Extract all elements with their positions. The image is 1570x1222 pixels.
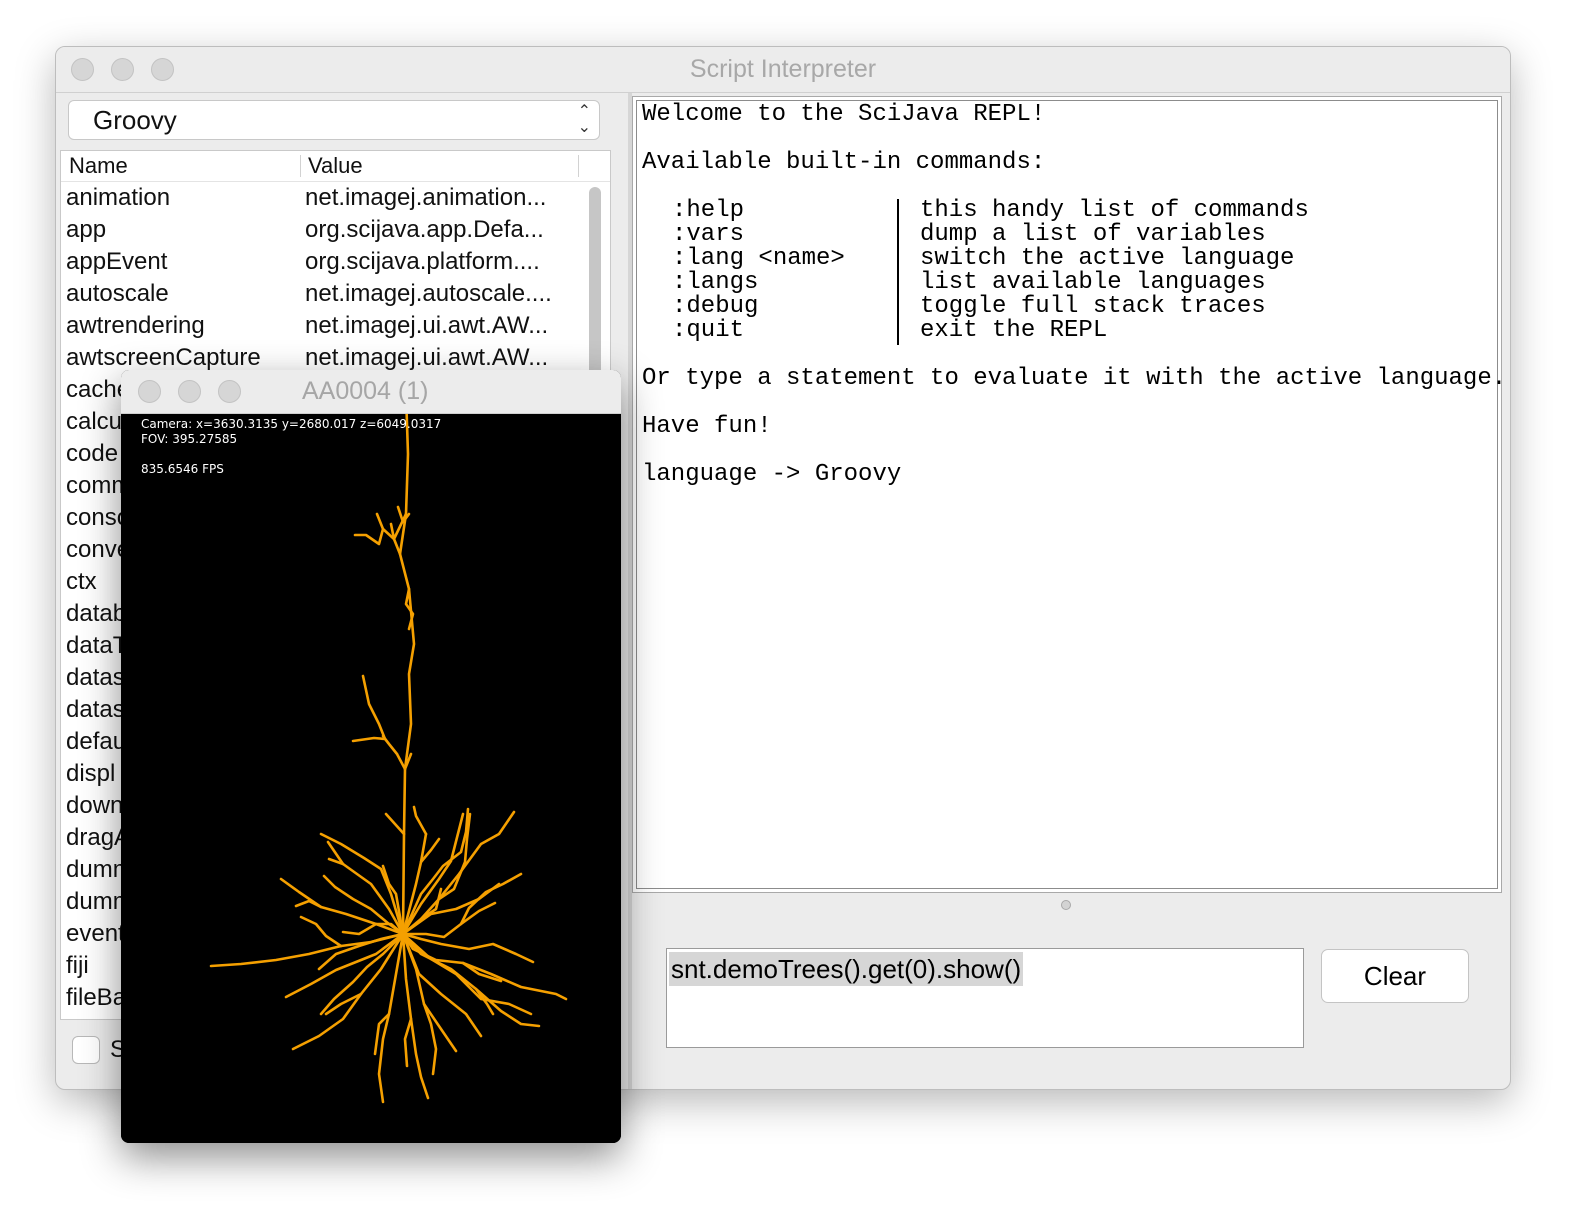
repl-input[interactable]: snt.demoTrees().get(0).show() xyxy=(666,948,1304,1048)
scrollbar-thumb[interactable] xyxy=(589,187,601,377)
close-window-icon[interactable] xyxy=(138,380,161,403)
main-titlebar[interactable]: Script Interpreter xyxy=(56,47,1510,93)
variable-value: org.scijava.app.Defa... xyxy=(305,216,544,243)
show-checkbox[interactable] xyxy=(72,1036,100,1064)
variable-name: dataT xyxy=(66,632,128,659)
repl-output[interactable]: Welcome to the SciJava REPL! Available b… xyxy=(632,96,1506,893)
fps-readout: 835.6546 FPS xyxy=(141,462,224,476)
variable-name: fiji xyxy=(66,952,89,979)
language-line: language -> Groovy xyxy=(642,461,902,488)
variable-name: defau xyxy=(66,728,127,755)
variable-name: animation xyxy=(66,184,171,211)
command-name: :langs xyxy=(672,269,759,296)
fov-readout: FOV: 395.27585 xyxy=(141,432,238,446)
command-description: this handy list of commands xyxy=(920,197,1309,224)
column-divider[interactable] xyxy=(300,155,301,177)
repl-output-frame: Welcome to the SciJava REPL! Available b… xyxy=(636,100,1506,889)
variable-name: datas xyxy=(66,696,125,723)
command-separator xyxy=(897,199,899,345)
viewer-titlebar[interactable]: AA0004 (1) xyxy=(121,370,621,414)
command-description: toggle full stack traces xyxy=(920,293,1266,320)
variable-value: net.imagej.ui.awt.AW... xyxy=(305,312,549,339)
viewer-window: AA0004 (1) Camera: x=3630.3135 y=2680.01… xyxy=(121,370,621,1143)
variable-name: app xyxy=(66,216,107,243)
have-fun-line: Have fun! xyxy=(642,413,772,440)
variable-name: code xyxy=(66,440,119,467)
canvas-background xyxy=(121,414,621,1143)
table-row[interactable]: app org.scijava.app.Defa... xyxy=(61,214,610,246)
variable-name: displ xyxy=(66,760,116,787)
variable-value: org.scijava.platform.... xyxy=(305,248,540,275)
command-name: :quit xyxy=(672,317,745,344)
variable-name: fileBa xyxy=(66,984,127,1011)
command-name: :vars xyxy=(672,221,745,248)
split-grip-icon[interactable] xyxy=(1061,900,1071,910)
variable-name: appEvent xyxy=(66,248,168,275)
language-select-value: Groovy xyxy=(93,105,177,135)
repl-input-text: snt.demoTrees().get(0).show() xyxy=(669,952,1024,986)
variable-name: event xyxy=(66,920,125,947)
variable-name: datas xyxy=(66,664,125,691)
language-select[interactable]: Groovy ⌃ ⌄ xyxy=(68,100,600,140)
table-row[interactable]: appEvent org.scijava.platform.... xyxy=(61,246,610,278)
table-header: Name Value xyxy=(61,151,610,182)
column-divider[interactable] xyxy=(578,155,579,177)
variable-value: net.imagej.autoscale.... xyxy=(305,280,552,307)
variable-name: calcu xyxy=(66,408,123,435)
variable-name: ctx xyxy=(66,568,97,595)
column-header-value[interactable]: Value xyxy=(308,151,363,181)
horizontal-split-handle[interactable] xyxy=(632,895,1502,913)
table-row[interactable]: animation net.imagej.animation... xyxy=(61,182,610,214)
statement-hint: Or type a statement to evaluate it with … xyxy=(642,365,1507,392)
table-row[interactable]: autoscale net.imagej.autoscale.... xyxy=(61,278,610,310)
variable-name: datab xyxy=(66,600,127,627)
clear-button[interactable]: Clear xyxy=(1321,949,1469,1003)
table-row[interactable]: awtrendering net.imagej.ui.awt.AW... xyxy=(61,310,610,342)
command-description: list available languages xyxy=(920,269,1266,296)
camera-readout: Camera: x=3630.3135 y=2680.017 z=6049.03… xyxy=(141,417,442,431)
zoom-window-icon[interactable] xyxy=(218,380,241,403)
updown-chevron-icon: ⌃ ⌄ xyxy=(577,103,591,136)
variable-value: net.imagej.animation... xyxy=(305,184,547,211)
input-panel: snt.demoTrees().get(0).show() Clear xyxy=(632,915,1502,1085)
command-description: exit the REPL xyxy=(920,317,1108,344)
viewer-title: AA0004 (1) xyxy=(302,377,429,405)
neuron-3d-canvas[interactable] xyxy=(121,414,621,1143)
command-name: :help xyxy=(672,197,745,224)
column-header-name[interactable]: Name xyxy=(69,151,128,181)
variable-name: down xyxy=(66,792,124,819)
commands-header: Available built-in commands: xyxy=(642,149,1046,176)
variable-name: autoscale xyxy=(66,280,169,307)
command-name: :lang <name> xyxy=(672,245,845,272)
minimize-window-icon[interactable] xyxy=(178,380,201,403)
command-description: dump a list of variables xyxy=(920,221,1266,248)
welcome-line: Welcome to the SciJava REPL! xyxy=(642,101,1046,128)
window-title: Script Interpreter xyxy=(689,55,877,83)
command-description: switch the active language xyxy=(920,245,1295,272)
command-name: :debug xyxy=(672,293,759,320)
variable-name: awtrendering xyxy=(66,312,205,339)
